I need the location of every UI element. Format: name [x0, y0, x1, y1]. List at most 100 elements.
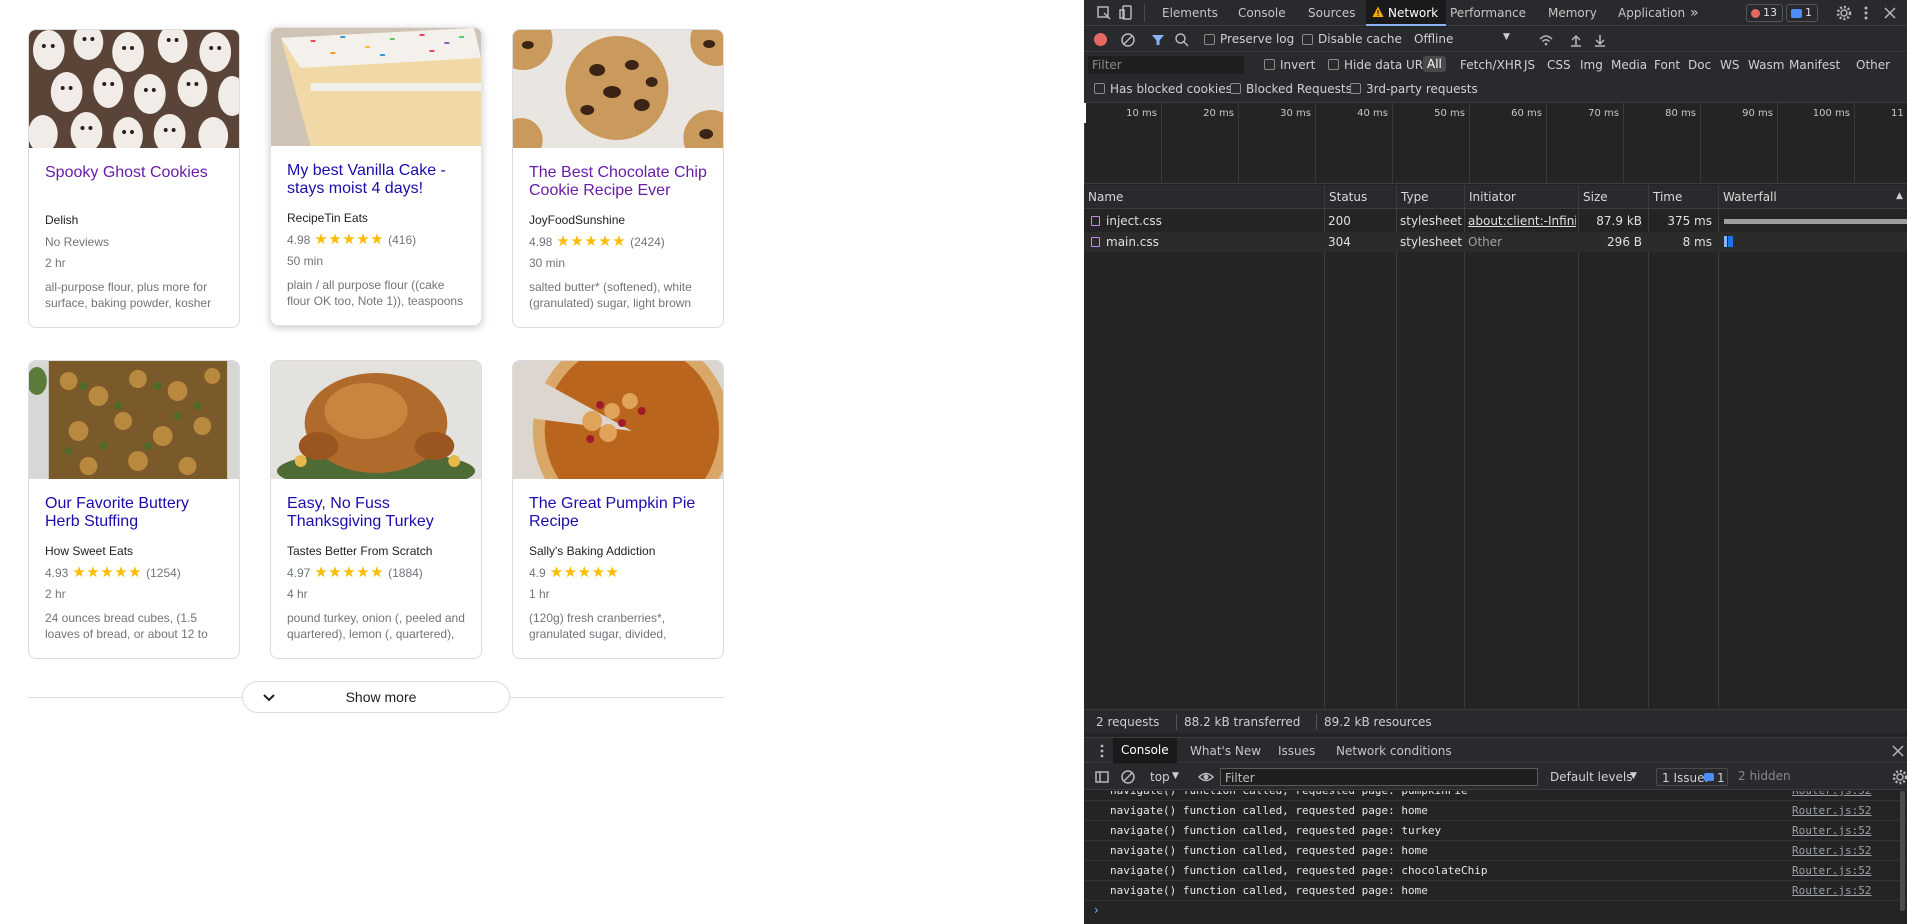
column-initiator[interactable]: Initiator: [1464, 185, 1516, 209]
recipe-rating: 4.9 ★★★★★: [529, 565, 623, 581]
filter-type-css[interactable]: CSS: [1547, 58, 1571, 72]
caret-down-icon: ▼: [1503, 32, 1510, 42]
console-scrollbar[interactable]: [1900, 791, 1905, 911]
clear-console-icon[interactable]: [1120, 769, 1136, 785]
disable-cache-checkbox[interactable]: [1302, 34, 1313, 45]
recipe-title[interactable]: Easy, No Fuss Thanksgiving Turkey: [287, 495, 469, 531]
source-link[interactable]: Router.js:52: [1792, 861, 1871, 881]
clear-icon[interactable]: [1120, 32, 1136, 48]
tab-console[interactable]: Console: [1232, 0, 1292, 26]
filter-type-wasm[interactable]: Wasm: [1748, 58, 1784, 72]
filter-type-img[interactable]: Img: [1580, 58, 1603, 72]
network-filter-input[interactable]: Filter: [1088, 56, 1244, 74]
recipe-card[interactable]: Easy, No Fuss Thanksgiving Turkey Tastes…: [270, 360, 482, 659]
eye-icon[interactable]: [1198, 769, 1214, 785]
timeline-tick: 70 ms: [1546, 103, 1623, 184]
filter-type-doc[interactable]: Doc: [1688, 58, 1711, 72]
drawer-tab-whats-new[interactable]: What's New: [1184, 738, 1267, 764]
close-drawer-icon[interactable]: [1890, 743, 1906, 759]
issues-counter[interactable]: 1 Issue: 1: [1656, 768, 1728, 786]
recipe-title[interactable]: The Great Pumpkin Pie Recipe: [529, 495, 711, 531]
column-type[interactable]: Type: [1396, 185, 1429, 209]
log-levels-select[interactable]: Default levels ▼: [1550, 768, 1642, 786]
blocked-requests-checkbox[interactable]: [1230, 83, 1241, 94]
filter-type-js[interactable]: JS: [1524, 58, 1535, 72]
gear-icon[interactable]: [1836, 5, 1852, 21]
recipe-card[interactable]: Our Favorite Buttery Herb Stuffing How S…: [28, 360, 240, 659]
inspect-element-icon[interactable]: [1096, 5, 1112, 21]
show-more-button[interactable]: Show more: [242, 681, 510, 713]
recipe-title[interactable]: Our Favorite Buttery Herb Stuffing: [45, 495, 227, 531]
tab-network[interactable]: Network: [1366, 0, 1447, 26]
filter-placeholder: Filter: [1092, 58, 1122, 72]
column-divider: [1324, 185, 1325, 708]
more-tabs-button[interactable]: »: [1686, 0, 1703, 26]
source-link[interactable]: Router.js:52: [1792, 791, 1871, 801]
request-row[interactable]: main.css 304 stylesheet Other 296 B 8 ms: [1084, 232, 1907, 252]
source-link[interactable]: Router.js:52: [1792, 821, 1871, 841]
console-prompt[interactable]: ›: [1084, 901, 1907, 921]
has-blocked-cookies-checkbox[interactable]: [1094, 83, 1105, 94]
message-counter[interactable]: 1: [1786, 4, 1818, 22]
context-select[interactable]: top ▼: [1144, 768, 1184, 786]
filter-type-all[interactable]: All: [1423, 56, 1446, 72]
recipe-title[interactable]: The Best Chocolate Chip Cookie Recipe Ev…: [529, 164, 711, 200]
column-status[interactable]: Status: [1324, 185, 1367, 209]
recipe-title[interactable]: Spooky Ghost Cookies: [45, 164, 227, 182]
filter-type-manifest[interactable]: Manifest: [1789, 58, 1840, 72]
tab-sources[interactable]: Sources: [1302, 0, 1361, 26]
network-conditions-icon[interactable]: [1538, 32, 1554, 48]
request-status: 304: [1328, 235, 1351, 249]
invert-checkbox[interactable]: [1264, 59, 1275, 70]
preserve-log-checkbox[interactable]: [1204, 34, 1215, 45]
export-har-icon[interactable]: [1592, 32, 1608, 48]
request-initiator-link[interactable]: about:client:-Infinity: [1468, 211, 1576, 231]
source-link[interactable]: Router.js:52: [1792, 841, 1871, 861]
search-icon[interactable]: [1174, 32, 1190, 48]
console-settings-icon[interactable]: [1892, 769, 1907, 785]
drawer-tab-network-conditions[interactable]: Network conditions: [1330, 738, 1458, 764]
tab-memory[interactable]: Memory: [1542, 0, 1603, 26]
vanilla-cake-image: [271, 28, 481, 146]
recipe-card[interactable]: The Best Chocolate Chip Cookie Recipe Ev…: [512, 29, 724, 328]
console-filter-input[interactable]: Filter: [1220, 768, 1538, 786]
recipe-title[interactable]: My best Vanilla Cake - stays moist 4 day…: [287, 162, 469, 198]
drawer-menu-icon[interactable]: [1094, 743, 1110, 759]
request-row[interactable]: inject.css 200 stylesheet about:client:-…: [1084, 211, 1907, 231]
tab-application[interactable]: Application: [1612, 0, 1691, 26]
filter-type-media[interactable]: Media: [1611, 58, 1647, 72]
hidden-count: 2 hidden: [1738, 769, 1791, 783]
column-size[interactable]: Size: [1578, 185, 1608, 209]
tab-elements[interactable]: Elements: [1156, 0, 1224, 26]
column-name[interactable]: Name: [1084, 185, 1123, 209]
waterfall-bar: [1724, 219, 1907, 224]
drawer-tab-issues[interactable]: Issues: [1272, 738, 1321, 764]
filter-icon[interactable]: [1150, 32, 1166, 48]
recipe-ingredients: pound turkey, onion (, peeled and quarte…: [287, 611, 465, 641]
record-icon[interactable]: [1094, 33, 1107, 46]
source-link[interactable]: Router.js:52: [1792, 801, 1871, 821]
tab-performance[interactable]: Performance: [1444, 0, 1532, 26]
network-overview-timeline[interactable]: 10 ms 20 ms 30 ms 40 ms 50 ms 60 ms 70 m…: [1084, 103, 1907, 184]
throttle-select[interactable]: Offline ▼: [1414, 30, 1514, 48]
filter-type-font[interactable]: Font: [1654, 58, 1680, 72]
more-options-icon[interactable]: [1858, 5, 1874, 21]
device-toolbar-icon[interactable]: [1118, 5, 1134, 21]
column-time[interactable]: Time: [1648, 185, 1682, 209]
source-link[interactable]: Router.js:52: [1792, 881, 1871, 901]
filter-type-fetch-xhr[interactable]: Fetch/XHR: [1460, 58, 1522, 72]
recipe-card[interactable]: The Great Pumpkin Pie Recipe Sally's Bak…: [512, 360, 724, 659]
drawer-tab-console[interactable]: Console: [1113, 738, 1177, 763]
filter-type-other[interactable]: Other: [1856, 58, 1890, 72]
chocolate-chip-cookie-image: [513, 30, 723, 148]
sidebar-toggle-icon[interactable]: [1094, 769, 1110, 785]
close-icon[interactable]: [1882, 5, 1898, 21]
third-party-checkbox[interactable]: [1350, 83, 1361, 94]
filter-type-ws[interactable]: WS: [1720, 58, 1739, 72]
recipe-card[interactable]: Spooky Ghost Cookies Delish No Reviews 2…: [28, 29, 240, 328]
recipe-card[interactable]: My best Vanilla Cake - stays moist 4 day…: [270, 27, 482, 326]
error-counter[interactable]: 13: [1746, 4, 1783, 22]
hide-data-urls-checkbox[interactable]: [1328, 59, 1339, 70]
import-har-icon[interactable]: [1568, 32, 1584, 48]
column-waterfall[interactable]: Waterfall: [1718, 185, 1777, 209]
